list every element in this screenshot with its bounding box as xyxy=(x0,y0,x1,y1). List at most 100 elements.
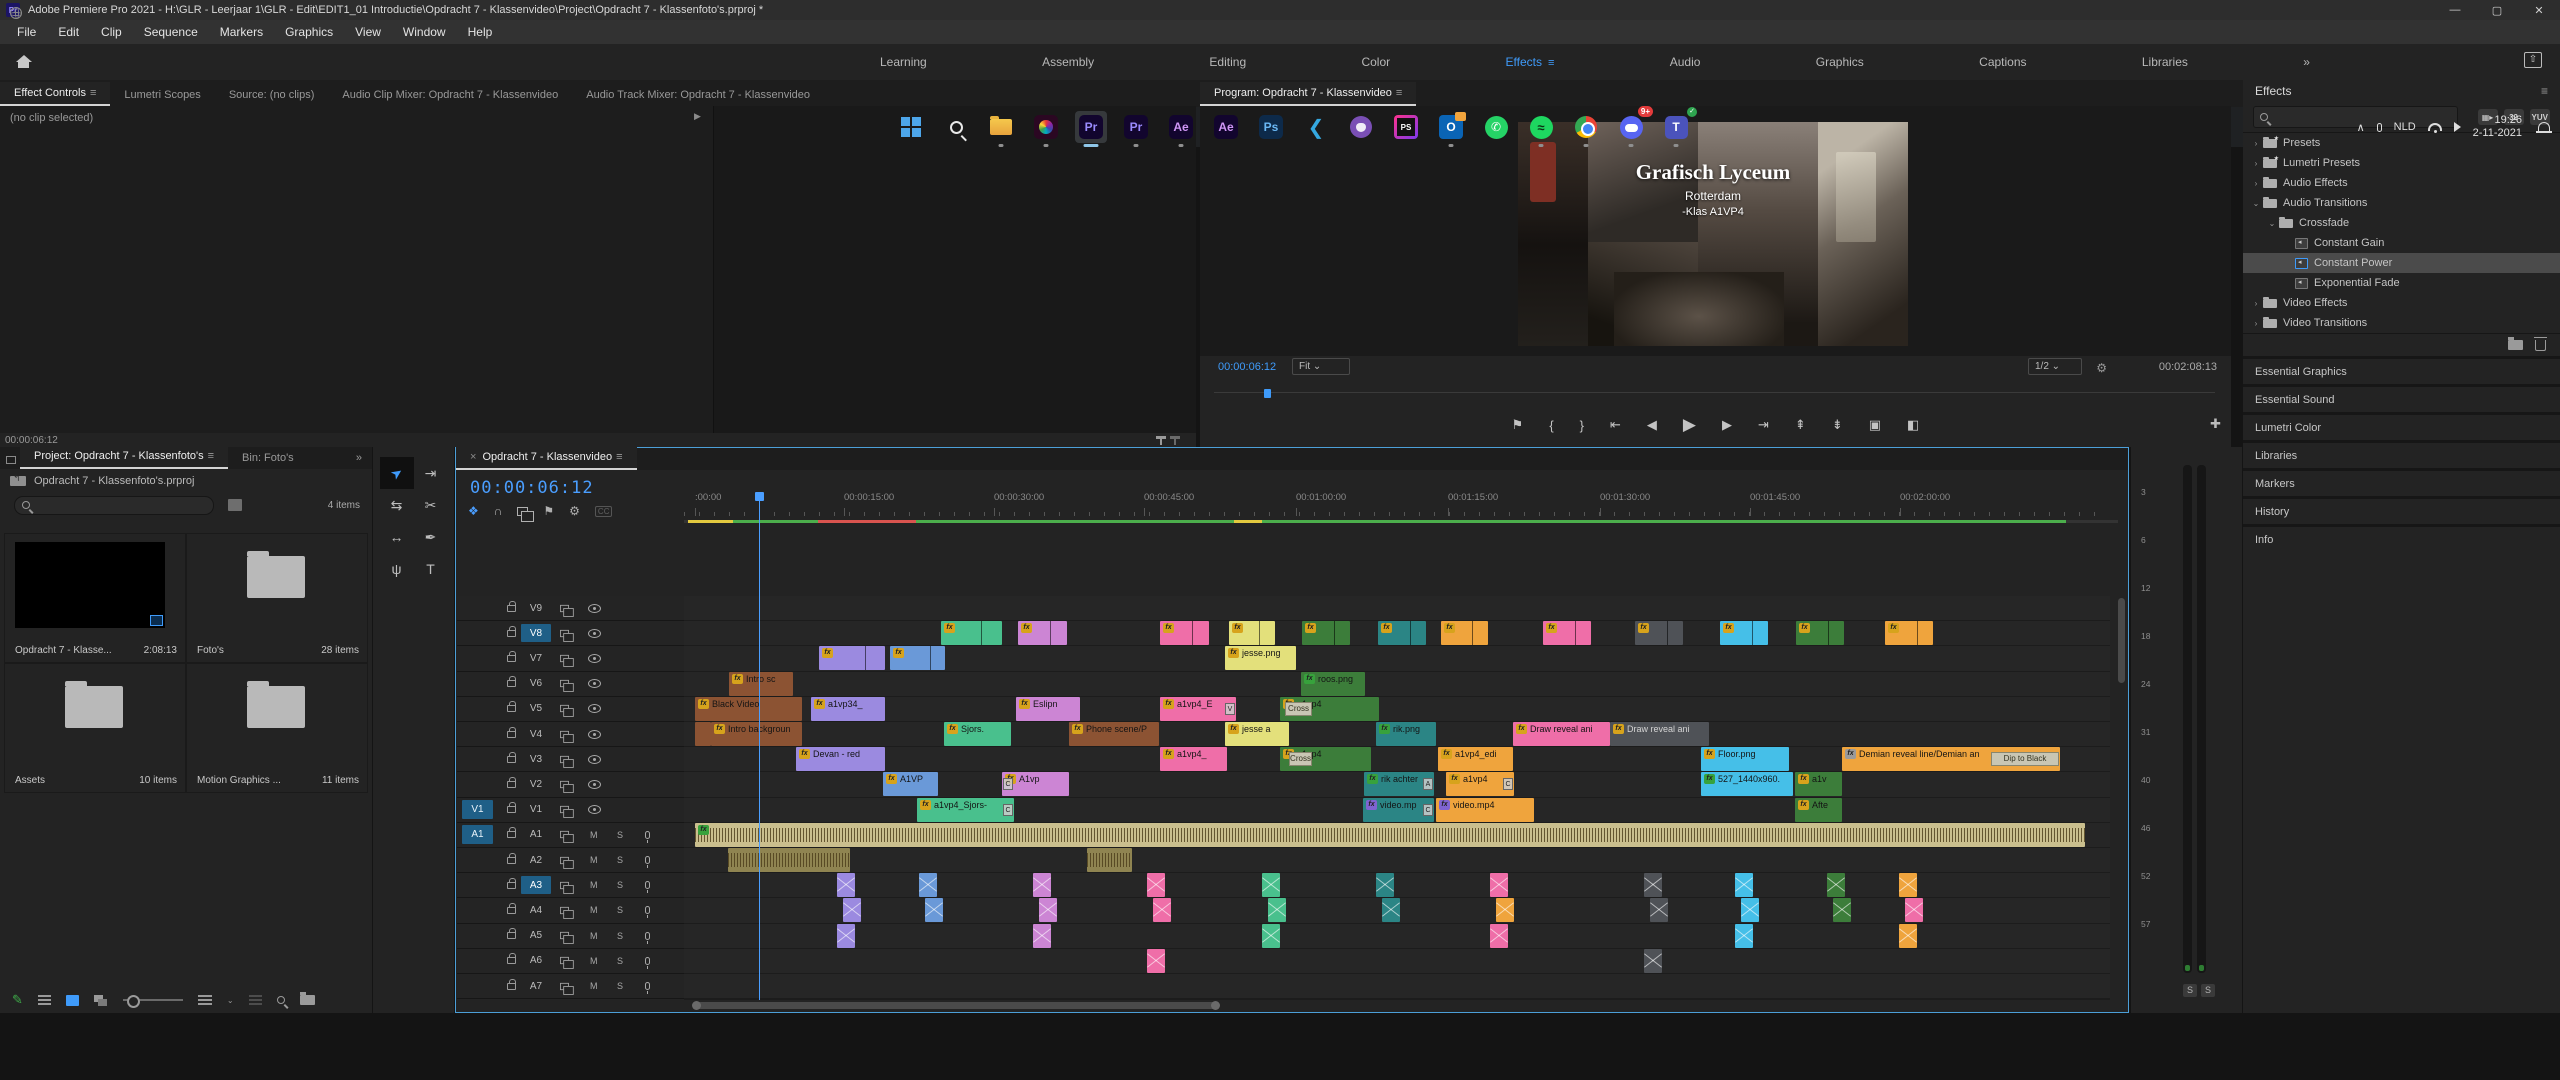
track-header-v4[interactable]: V4 xyxy=(457,722,684,747)
workspace-tab-libraries[interactable]: Libraries xyxy=(2142,55,2188,69)
track-name-v1[interactable]: V1 xyxy=(521,801,551,819)
effects-tree-item-constant-power[interactable]: Constant Power xyxy=(2243,253,2560,273)
razor-tool[interactable]: ✂ xyxy=(414,489,448,521)
audio-clip-small[interactable] xyxy=(919,873,937,897)
voiceover-record-mic-icon[interactable] xyxy=(645,856,650,864)
effects-tree-item-crossfade[interactable]: ⌄Crossfade xyxy=(2243,213,2560,233)
lift-button[interactable]: ⇞ xyxy=(1795,417,1806,433)
mute-button[interactable]: M xyxy=(590,981,598,991)
track-lock-icon[interactable] xyxy=(507,907,516,914)
menu-sequence[interactable]: Sequence xyxy=(133,25,209,39)
clip-a1vp4-sjors-[interactable]: fxa1vp4_Sjors-C xyxy=(917,798,1014,822)
find-bin-icon[interactable] xyxy=(228,499,242,511)
clip-a2[interactable] xyxy=(1087,848,1132,872)
track-header-a4[interactable]: A4MS xyxy=(457,898,684,923)
clip-a1vp4-e[interactable]: fxa1vp4_EV xyxy=(1160,697,1236,721)
audio-clip-small[interactable] xyxy=(1490,924,1508,948)
linked-selection-icon[interactable] xyxy=(517,507,528,516)
chevron-icon[interactable]: › xyxy=(2251,159,2261,168)
track-lock-icon[interactable] xyxy=(507,655,516,662)
program-playhead[interactable] xyxy=(1264,389,1271,398)
voiceover-record-mic-icon[interactable] xyxy=(645,906,650,914)
panel-tab-markers[interactable]: Markers xyxy=(2243,468,2560,496)
program-scrub-bar[interactable] xyxy=(1214,392,2215,402)
sync-lock-icon[interactable] xyxy=(560,856,569,863)
clip-eslipn[interactable]: fxEslipn xyxy=(1016,697,1080,721)
collapse-arrow-icon[interactable]: ▶ xyxy=(694,111,701,122)
playback-resolution-select[interactable]: 1/2 ⌄ xyxy=(2028,358,2082,375)
mute-button[interactable]: M xyxy=(590,905,598,915)
panel-menu-icon[interactable]: ≡ xyxy=(616,451,622,463)
audio-clip-small[interactable] xyxy=(1741,898,1759,922)
clip-a1vp4-[interactable]: fxa1vp4_ xyxy=(1160,747,1227,771)
taskbar-icon-whatsapp[interactable]: ✆ xyxy=(1480,111,1512,143)
mark-in-button[interactable]: { xyxy=(1549,418,1553,433)
sync-lock-icon[interactable] xyxy=(560,831,569,838)
export-share-icon[interactable]: ⇧ xyxy=(2524,52,2542,68)
clip-v7[interactable]: fx xyxy=(890,646,945,670)
clip-jesse-a[interactable]: fxjesse a xyxy=(1225,722,1289,746)
taskbar-icon-creative-cloud[interactable] xyxy=(1030,111,1062,143)
close-icon[interactable]: × xyxy=(470,451,476,463)
clip-d[interactable] xyxy=(695,722,711,746)
taskbar-icon-github-desktop[interactable] xyxy=(1345,111,1377,143)
audio-clip-small[interactable] xyxy=(1827,873,1845,897)
project-item-bin[interactable]: Motion Graphics ...11 items xyxy=(186,663,368,793)
ripple-edit-tool[interactable]: ⇆ xyxy=(380,489,414,521)
clip-demian-reveal-line-demian-an[interactable]: fxDemian reveal line/Demian anDip to Bla… xyxy=(1842,747,2060,771)
clip-black-video[interactable]: fxBlack Video xyxy=(695,697,802,721)
tab-audio-clip-mixer[interactable]: Audio Clip Mixer: Opdracht 7 - Klassenvi… xyxy=(328,84,572,106)
track-lane-a6[interactable] xyxy=(684,949,2110,973)
timeline-timecode[interactable]: 00:00:06:12 xyxy=(470,478,594,498)
mute-button[interactable]: M xyxy=(590,956,598,966)
hand-tool[interactable]: ψ xyxy=(380,553,414,585)
audio-clip-small[interactable] xyxy=(1376,873,1394,897)
clip-draw-reveal-ani[interactable]: fxDraw reveal ani xyxy=(1513,722,1610,746)
taskbar-icon-discord[interactable]: 9+ xyxy=(1615,111,1647,143)
solo-button[interactable]: S xyxy=(617,981,623,991)
add-marker-icon[interactable]: ⚑ xyxy=(543,504,554,518)
audio-clip-small[interactable] xyxy=(1268,898,1286,922)
chevron-icon[interactable]: ⌄ xyxy=(2251,199,2261,208)
navigate-up-icon[interactable] xyxy=(10,476,26,486)
sync-lock-icon[interactable] xyxy=(560,882,569,889)
step-back-button[interactable]: ◀ xyxy=(1647,417,1657,433)
track-header-v7[interactable]: V7 xyxy=(457,646,684,671)
solo-button[interactable]: S xyxy=(617,931,623,941)
track-lock-icon[interactable] xyxy=(507,983,516,990)
track-lane-v9[interactable] xyxy=(684,596,2110,620)
panel-tab-info[interactable]: Info xyxy=(2243,524,2560,552)
effects-tree-item-audio-effects[interactable]: ›Audio Effects xyxy=(2243,173,2560,193)
mic-status-icon[interactable] xyxy=(2377,123,2382,132)
track-header-v5[interactable]: V5 xyxy=(457,697,684,722)
audio-clip-small[interactable] xyxy=(1496,898,1514,922)
sort-chevron-icon[interactable]: ⌄ xyxy=(227,996,234,1005)
panel-menu-icon[interactable]: ≡ xyxy=(90,87,96,99)
track-header-v9[interactable]: V9 xyxy=(457,596,684,621)
chevron-icon[interactable]: ⌄ xyxy=(2267,219,2277,228)
volume-icon[interactable] xyxy=(2454,122,2461,132)
clip-v8[interactable]: fx xyxy=(941,621,1002,645)
tab-lumetri-scopes[interactable]: Lumetri Scopes xyxy=(110,84,214,106)
menu-markers[interactable]: Markers xyxy=(209,25,274,39)
clip-a1vp4[interactable]: fxa1vp4Cross xyxy=(1280,747,1371,771)
project-search-input[interactable] xyxy=(14,496,214,515)
timeline-tab[interactable]: ×Opdracht 7 - Klassenvideo≡ xyxy=(456,446,637,470)
snap-icon[interactable]: ∩ xyxy=(494,504,503,518)
clip-jesse-png[interactable]: fxjesse.png xyxy=(1225,646,1296,670)
voiceover-record-mic-icon[interactable] xyxy=(645,881,650,889)
audio-clip-small[interactable] xyxy=(1262,924,1280,948)
panel-tab-essential-graphics[interactable]: Essential Graphics xyxy=(2243,356,2560,384)
track-header-v6[interactable]: V6 xyxy=(457,672,684,697)
mark-out-button[interactable]: } xyxy=(1580,418,1584,433)
effects-tree-item-lumetri-presets[interactable]: ›Lumetri Presets xyxy=(2243,153,2560,173)
clip-video-mp[interactable]: fxvideo.mpC xyxy=(1363,798,1434,822)
settings-wrench-icon[interactable]: ⚙ xyxy=(2090,359,2113,376)
extract-button[interactable]: ⇟ xyxy=(1832,417,1843,433)
program-timecode[interactable]: 00:00:06:12 xyxy=(1218,361,1276,373)
panel-tab-libraries[interactable]: Libraries xyxy=(2243,440,2560,468)
selection-tool[interactable]: ➤ xyxy=(380,457,414,489)
solo-button[interactable]: S xyxy=(617,956,623,966)
sync-lock-icon[interactable] xyxy=(560,781,569,788)
chevron-icon[interactable]: › xyxy=(2251,319,2261,328)
